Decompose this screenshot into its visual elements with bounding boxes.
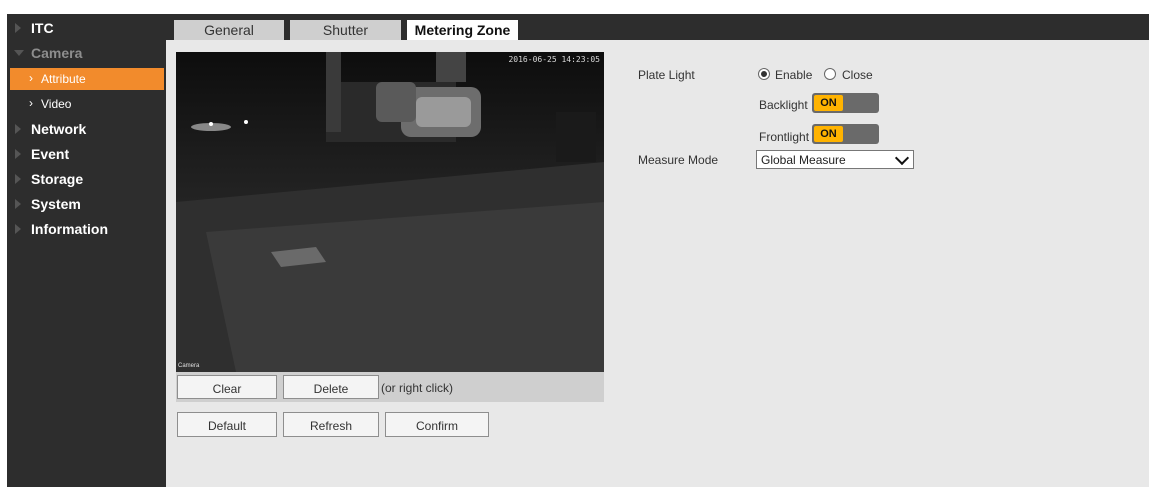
chevron-right-icon: › xyxy=(29,71,33,85)
delete-button-label: Delete xyxy=(313,382,349,396)
caret-right-icon xyxy=(15,124,21,134)
tab-general[interactable]: General xyxy=(174,20,284,40)
sidebar-item-attribute[interactable]: › Attribute xyxy=(10,68,164,90)
confirm-button[interactable]: Confirm xyxy=(385,412,489,437)
sidebar-item-label: Event xyxy=(31,146,70,162)
radio-selected-dot xyxy=(761,71,767,77)
measure-mode-select[interactable]: Global Measure xyxy=(756,150,914,169)
tab-shutter[interactable]: Shutter xyxy=(290,20,401,40)
caret-right-icon xyxy=(15,149,21,159)
video-timestamp: 2016-06-25 14:23:05 xyxy=(508,55,600,64)
video-osd-text: Camera xyxy=(178,363,200,369)
app-frame: ITC Camera › Attribute › Video Network E… xyxy=(7,14,1149,487)
clear-button[interactable]: Clear xyxy=(177,375,277,399)
sidebar-item-label: Storage xyxy=(31,171,84,187)
backlight-toggle-state: ON xyxy=(814,95,843,111)
sidebar-item-information[interactable]: Information xyxy=(7,217,166,241)
sidebar-item-label: Camera xyxy=(31,45,83,61)
chevron-down-icon xyxy=(894,150,910,166)
frontlight-toggle[interactable]: ON xyxy=(812,124,879,144)
caret-down-icon xyxy=(14,50,24,56)
default-button[interactable]: Default xyxy=(177,412,277,437)
confirm-button-label: Confirm xyxy=(415,419,458,433)
default-button-label: Default xyxy=(207,419,247,433)
sidebar-item-event[interactable]: Event xyxy=(7,142,166,166)
sidebar-item-network[interactable]: Network xyxy=(7,117,166,141)
sidebar-item-label: Attribute xyxy=(41,72,86,86)
delete-button[interactable]: Delete xyxy=(283,375,379,399)
sidebar-item-video[interactable]: › Video xyxy=(7,93,166,115)
sidebar: ITC Camera › Attribute › Video Network E… xyxy=(7,14,166,487)
enable-radio-label: Enable xyxy=(775,68,813,82)
measure-mode-label: Measure Mode xyxy=(638,153,719,167)
caret-right-icon xyxy=(15,224,21,234)
tab-bar: General Shutter Metering Zone xyxy=(166,14,1149,40)
main-content: 2016-06-25 14:23:05 Camera Clear Delete … xyxy=(166,40,1149,487)
caret-right-icon xyxy=(15,23,21,33)
plate-light-label: Plate Light xyxy=(638,68,695,82)
sidebar-item-system[interactable]: System xyxy=(7,192,166,216)
sidebar-item-storage[interactable]: Storage xyxy=(7,167,166,191)
camera-night-scene xyxy=(176,52,604,372)
caret-right-icon xyxy=(15,174,21,184)
right-click-hint: (or right click) xyxy=(381,381,454,395)
caret-right-icon xyxy=(15,199,21,209)
sidebar-item-label: ITC xyxy=(31,20,54,36)
sidebar-item-label: System xyxy=(31,196,81,212)
sidebar-item-label: Information xyxy=(31,221,108,237)
refresh-button-label: Refresh xyxy=(309,419,353,433)
refresh-button[interactable]: Refresh xyxy=(283,412,379,437)
clear-button-label: Clear xyxy=(212,382,242,396)
frontlight-label: Frontlight xyxy=(759,130,810,144)
backlight-label: Backlight xyxy=(759,98,808,112)
chevron-right-icon: › xyxy=(29,96,33,110)
sidebar-item-label: Network xyxy=(31,121,87,137)
close-radio[interactable] xyxy=(824,68,836,80)
close-radio-label: Close xyxy=(842,68,873,82)
sidebar-item-label: Video xyxy=(41,97,72,111)
backlight-toggle[interactable]: ON xyxy=(812,93,879,113)
measure-mode-value: Global Measure xyxy=(761,153,846,167)
sidebar-item-itc[interactable]: ITC xyxy=(7,16,166,40)
frontlight-toggle-state: ON xyxy=(814,126,843,142)
video-preview[interactable]: 2016-06-25 14:23:05 Camera xyxy=(176,52,604,372)
sidebar-item-camera[interactable]: Camera xyxy=(7,41,166,65)
tab-metering-zone[interactable]: Metering Zone xyxy=(407,20,518,40)
enable-radio[interactable] xyxy=(758,68,770,80)
